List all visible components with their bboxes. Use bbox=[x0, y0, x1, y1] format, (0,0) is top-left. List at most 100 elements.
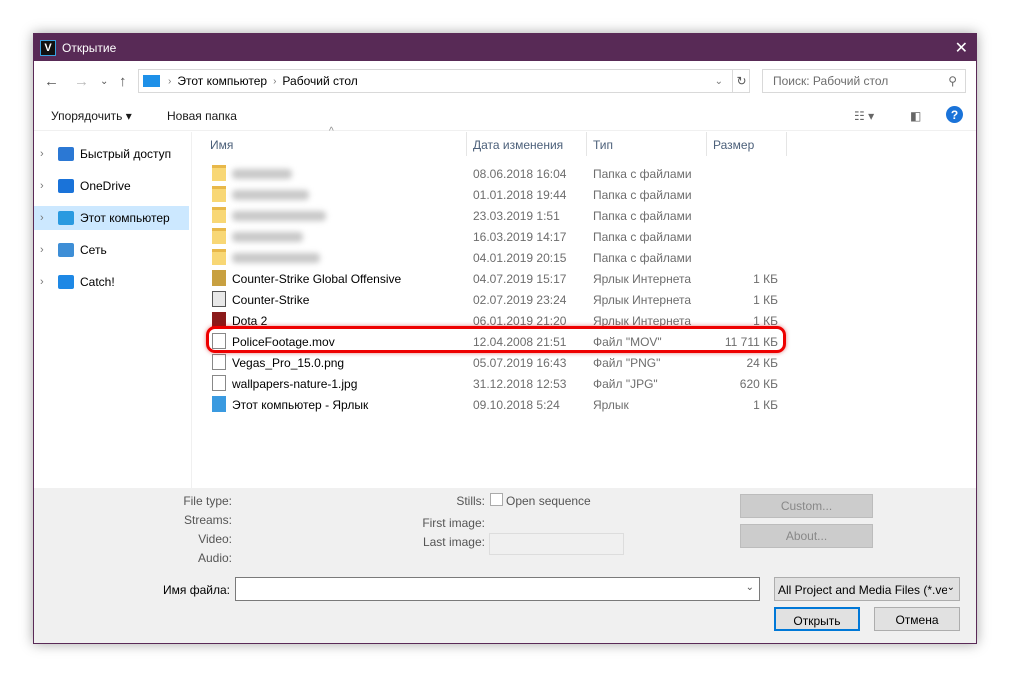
close-icon[interactable]: ✕ bbox=[955, 38, 968, 58]
breadcrumb-item[interactable]: Этот компьютер bbox=[177, 74, 267, 88]
file-date: 23.03.2019 1:51 bbox=[473, 209, 560, 223]
file-row[interactable]: 23.03.2019 1:51 Папка с файлами bbox=[204, 205, 784, 226]
open-sequence-checkbox[interactable] bbox=[490, 493, 503, 506]
column-header-name[interactable]: Имя bbox=[204, 132, 467, 156]
up-arrow-icon[interactable]: ↑ bbox=[119, 73, 127, 90]
cancel-button[interactable]: Отмена bbox=[874, 607, 960, 631]
file-row[interactable]: 01.01.2018 19:44 Папка с файлами bbox=[204, 184, 784, 205]
file-row[interactable]: Counter-Strike Global Offensive 04.07.201… bbox=[204, 268, 784, 289]
refresh-icon[interactable]: ↻ bbox=[732, 69, 750, 93]
file-type: Ярлык Интернета bbox=[593, 272, 692, 286]
chevron-right-icon: › bbox=[168, 75, 172, 87]
file-date: 04.07.2019 15:17 bbox=[473, 272, 567, 286]
file-name: Vegas_Pro_15.0.png bbox=[232, 356, 345, 370]
about-button[interactable]: About... bbox=[740, 524, 873, 548]
chevron-right-icon[interactable]: › bbox=[40, 180, 58, 192]
audio-label: Audio: bbox=[197, 551, 232, 565]
address-bar[interactable]: › Этот компьютер › Рабочий стол ⌄ bbox=[138, 69, 750, 93]
file-date: 04.01.2019 20:15 bbox=[473, 251, 567, 265]
file-name: Counter-Strike Global Offensive bbox=[232, 272, 402, 286]
blurred-name bbox=[232, 211, 326, 221]
address-dropdown-icon[interactable]: ⌄ bbox=[715, 76, 723, 87]
folder-icon bbox=[212, 186, 226, 202]
column-header-size[interactable]: Размер bbox=[707, 132, 787, 156]
highlight-annotation bbox=[206, 326, 786, 353]
file-type: Папка с файлами bbox=[593, 188, 692, 202]
sidebar: › Быстрый доступ › OneDrive › Этот компьютер ›… bbox=[34, 132, 192, 488]
chevron-down-icon[interactable]: ⌄ bbox=[746, 582, 754, 593]
image-file-icon bbox=[212, 375, 226, 391]
sidebar-item[interactable]: › Быстрый доступ bbox=[34, 142, 189, 166]
file-row[interactable]: Этот компьютер - Ярлык 09.10.2018 5:24 Ярл… bbox=[204, 394, 784, 415]
sidebar-item[interactable]: › Catch! bbox=[34, 270, 189, 294]
sidebar-item-label: Быстрый доступ bbox=[80, 147, 172, 161]
filter-value: All Project and Media Files (*.ve bbox=[778, 583, 949, 597]
file-row[interactable]: 04.01.2019 20:15 Папка с файлами bbox=[204, 247, 784, 268]
file-date: 08.06.2018 16:04 bbox=[473, 167, 567, 181]
cs-icon bbox=[212, 291, 226, 307]
file-type: Ярлык bbox=[593, 398, 629, 412]
view-options-icon[interactable]: ☷ ▾ bbox=[854, 109, 874, 123]
filename-label: Имя файла: bbox=[163, 583, 230, 597]
file-row[interactable]: 16.03.2019 14:17 Папка с файлами bbox=[204, 226, 784, 247]
network-icon bbox=[58, 243, 74, 257]
file-row[interactable]: Counter-Strike 02.07.2019 23:24 Ярлык Инте… bbox=[204, 289, 784, 310]
catch-icon bbox=[58, 275, 74, 289]
sidebar-item[interactable]: › OneDrive bbox=[34, 174, 189, 198]
recent-chevron-icon[interactable]: ⌄ bbox=[100, 76, 108, 87]
chevron-right-icon[interactable]: › bbox=[40, 276, 58, 288]
csgo-icon bbox=[212, 270, 226, 286]
back-arrow-icon[interactable]: ← bbox=[44, 73, 59, 90]
file-type: Ярлык Интернета bbox=[593, 293, 692, 307]
file-row[interactable]: 08.06.2018 16:04 Папка с файлами bbox=[204, 163, 784, 184]
search-input[interactable]: Поиск: Рабочий стол ⚲ bbox=[762, 69, 966, 93]
file-row[interactable]: wallpapers-nature-1.jpg 31.12.2018 12:53 Ф… bbox=[204, 373, 784, 394]
stills-label: Stills: bbox=[456, 494, 485, 508]
help-icon[interactable]: ? bbox=[946, 106, 963, 123]
file-size: 1 КБ bbox=[753, 398, 778, 412]
file-type-label: File type: bbox=[183, 494, 232, 508]
custom-button[interactable]: Custom... bbox=[740, 494, 873, 518]
image-file-icon bbox=[212, 354, 226, 370]
chevron-right-icon[interactable]: › bbox=[40, 212, 58, 224]
sidebar-item[interactable]: › Этот компьютер bbox=[34, 206, 189, 230]
filename-input[interactable]: ⌄ bbox=[235, 577, 760, 601]
file-list: ^ Имя Дата изменения Тип Размер 08.06.20… bbox=[194, 126, 976, 488]
folder-icon bbox=[212, 207, 226, 223]
organize-button[interactable]: Упорядочить ▾ bbox=[51, 109, 132, 123]
open-button[interactable]: Открыть bbox=[774, 607, 860, 631]
sidebar-item-label: Этот компьютер bbox=[80, 211, 170, 225]
file-size: 24 КБ bbox=[746, 356, 778, 370]
cloud-icon bbox=[58, 179, 74, 193]
file-type: Папка с файлами bbox=[593, 251, 692, 265]
file-type: Файл "JPG" bbox=[593, 377, 658, 391]
chevron-down-icon: ⌄ bbox=[946, 582, 955, 593]
chevron-right-icon[interactable]: › bbox=[40, 148, 58, 160]
sidebar-item[interactable]: › Сеть bbox=[34, 238, 189, 262]
computer-icon bbox=[143, 75, 160, 87]
blurred-name bbox=[232, 190, 309, 200]
blurred-name bbox=[232, 169, 292, 179]
last-image-input[interactable] bbox=[489, 533, 624, 555]
breadcrumb-item[interactable]: Рабочий стол bbox=[282, 74, 357, 88]
file-date: 09.10.2018 5:24 bbox=[473, 398, 560, 412]
blurred-name bbox=[232, 253, 320, 263]
file-type-filter-select[interactable]: All Project and Media Files (*.ve ⌄ bbox=[774, 577, 960, 601]
forward-arrow-icon[interactable]: → bbox=[74, 73, 89, 90]
new-folder-button[interactable]: Новая папка bbox=[167, 109, 237, 123]
title-bar: V Открытие ✕ bbox=[34, 34, 976, 61]
file-name: wallpapers-nature-1.jpg bbox=[232, 377, 358, 391]
file-type: Папка с файлами bbox=[593, 230, 692, 244]
column-header-date[interactable]: Дата изменения bbox=[467, 132, 587, 156]
preview-pane-icon[interactable]: ◧ bbox=[910, 109, 921, 123]
sidebar-item-label: Catch! bbox=[80, 275, 115, 289]
last-image-label: Last image: bbox=[422, 535, 485, 549]
chevron-right-icon[interactable]: › bbox=[40, 244, 58, 256]
column-header-type[interactable]: Тип bbox=[587, 132, 707, 156]
file-name: Counter-Strike bbox=[232, 293, 310, 307]
file-date: 31.12.2018 12:53 bbox=[473, 377, 567, 391]
file-row[interactable]: Vegas_Pro_15.0.png 05.07.2019 16:43 Файл "… bbox=[204, 352, 784, 373]
vegas-logo-icon: V bbox=[40, 39, 56, 56]
file-size: 1 КБ bbox=[753, 272, 778, 286]
file-size: 1 КБ bbox=[753, 293, 778, 307]
